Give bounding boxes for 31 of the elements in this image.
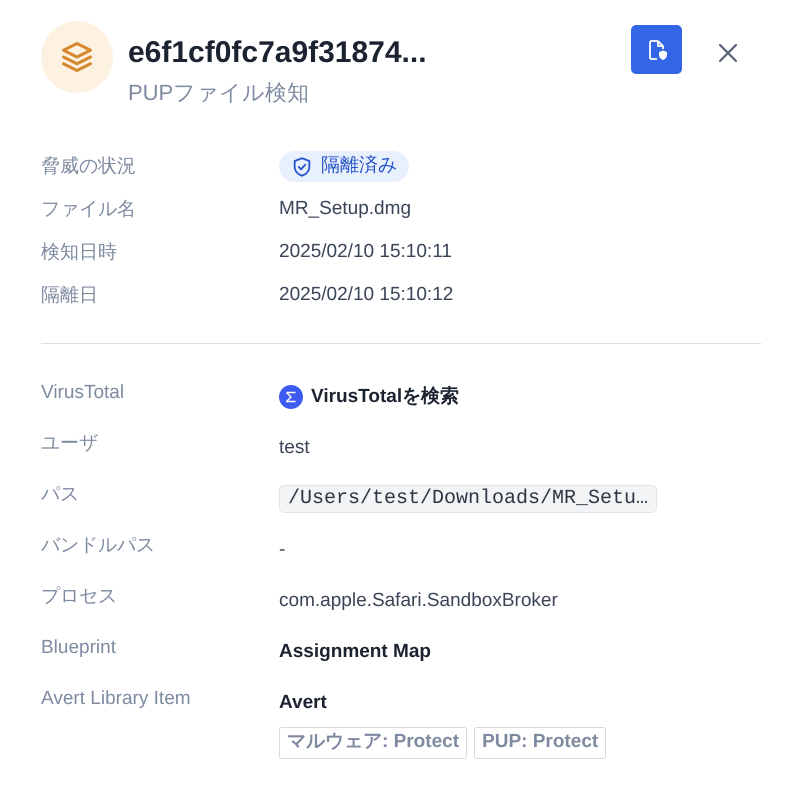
virustotal-link[interactable]: VirusTotalを検索 <box>311 383 460 412</box>
shield-check-icon <box>291 156 313 178</box>
field-value: Assignment Map <box>279 640 432 664</box>
field-label: Avert Library Item <box>41 687 192 711</box>
field-label: バンドルパス <box>41 534 156 558</box>
field-label: ユーザ <box>41 432 99 456</box>
status-text: 隔離済み <box>321 154 397 178</box>
close-icon <box>716 41 740 65</box>
detection-title: e6f1cf0fc7a9f31874... <box>128 35 427 71</box>
path-code: /Users/test/Downloads/MR_Setu… <box>279 485 658 513</box>
field-label: 検知日時 <box>41 241 118 265</box>
field-value: 2025/02/10 15:10:11 <box>279 240 452 264</box>
field-label: VirusTotal <box>41 381 126 405</box>
detection-subtitle: PUPファイル検知 <box>128 79 310 107</box>
field-value: - <box>279 538 286 562</box>
field-value: Avert <box>279 691 328 715</box>
field-label: Blueprint <box>41 636 117 660</box>
layers-icon <box>59 39 95 75</box>
tag: マルウェア: Protect <box>279 726 468 758</box>
field-value: com.apple.Safari.SandboxBroker <box>279 589 558 613</box>
tag: PUP: Protect <box>474 726 606 758</box>
file-shield-button[interactable] <box>631 25 682 74</box>
field-label: ファイル名 <box>41 198 137 222</box>
field-label: 脅威の状況 <box>41 155 137 179</box>
field-label: パス <box>41 483 80 507</box>
field-label: 隔離日 <box>41 284 99 308</box>
virustotal-logo-icon <box>279 385 303 410</box>
field-label: プロセス <box>41 585 118 609</box>
field-value: MR_Setup.dmg <box>279 197 412 222</box>
field-value: 2025/02/10 15:10:12 <box>279 283 454 308</box>
field-value: test <box>279 436 310 460</box>
